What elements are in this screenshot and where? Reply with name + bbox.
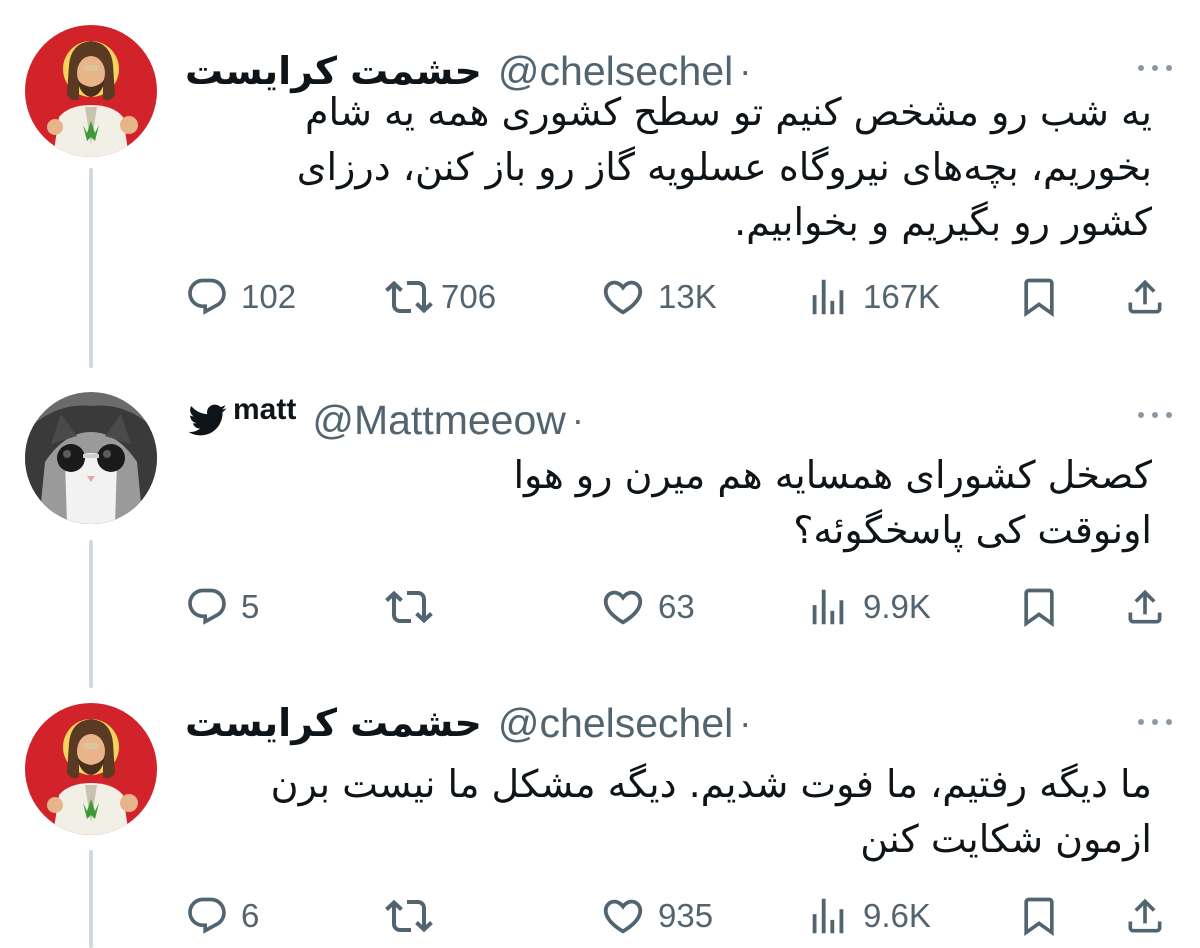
repost-icon: [385, 892, 433, 940]
tweet[interactable]: حشمت کرایست @chelsechel · یه شب رو مشخص …: [0, 25, 1200, 325]
views-icon: [805, 274, 851, 320]
bookmark-icon: [1017, 894, 1061, 938]
avatar[interactable]: [25, 392, 157, 524]
view-count: 9.9K: [863, 588, 931, 625]
more-options-icon[interactable]: [1138, 412, 1172, 418]
reply-button[interactable]: 5: [185, 582, 259, 632]
like-button[interactable]: 63: [600, 582, 695, 632]
separator-dot: ·: [739, 702, 752, 743]
bookmark-button[interactable]: [1017, 272, 1061, 322]
views-button[interactable]: 167K: [805, 272, 940, 322]
tweet-text-line: بخوریم، بچه‌های نیروگاه عسلویه گاز رو با…: [296, 145, 1152, 189]
avatar[interactable]: [25, 25, 157, 157]
display-name[interactable]: حشمت کرایست: [185, 701, 482, 745]
tweet-header: حشمت کرایست @chelsechel ·: [185, 695, 751, 751]
tweet-text-line: اونوقت کی پاسخگوئه؟: [793, 508, 1152, 552]
reply-count: 5: [241, 588, 260, 625]
heart-icon: [600, 274, 646, 320]
separator-dot: ·: [571, 399, 584, 440]
views-button[interactable]: 9.9K: [805, 582, 931, 632]
share-icon: [1123, 275, 1167, 319]
heart-icon: [600, 893, 646, 939]
bookmark-button[interactable]: [1017, 891, 1061, 941]
twitter-bird-icon: [185, 400, 229, 440]
tweet-text: کصخل کشورای همسایه هم میرن رو هوا اونوقت…: [514, 448, 1153, 558]
views-button[interactable]: 9.6K: [805, 891, 931, 941]
bookmark-icon: [1017, 275, 1061, 319]
handle[interactable]: @Mattmeeow: [312, 397, 566, 444]
like-count: 935: [658, 897, 714, 934]
more-options-icon[interactable]: [1138, 719, 1172, 725]
share-button[interactable]: [1123, 891, 1167, 941]
tweet-text-line: کصخل کشورای همسایه هم میرن رو هوا: [513, 453, 1153, 497]
views-icon: [805, 893, 851, 939]
repost-count: 706: [441, 278, 497, 315]
handle[interactable]: @chelsechel: [498, 700, 733, 747]
cat-avatar-image: [25, 392, 157, 524]
tweet[interactable]: حشمت کرایست @chelsechel · ما دیگه رفتیم،…: [0, 700, 1200, 948]
heart-icon: [600, 584, 646, 630]
repost-button[interactable]: [385, 891, 433, 941]
tweet-text-line: ازمون شکایت کنن: [860, 817, 1152, 861]
jesus-avatar-image: [25, 25, 157, 157]
tweet-text-line: ما دیگه رفتیم، ما فوت شدیم. دیگه مشکل ما…: [270, 762, 1152, 806]
tweet-text-line: کشور رو بگیریم و بخوابیم.: [734, 200, 1152, 244]
action-bar: 5 63 9.9K: [185, 582, 1170, 632]
repost-button[interactable]: [385, 582, 433, 632]
tweet-header: matt @Mattmeeow ·: [185, 392, 584, 448]
jesus-avatar-image: [25, 703, 157, 835]
tweet-text-line: یه شب رو مشخص کنیم تو سطح کشوری همه یه ش…: [305, 90, 1152, 134]
more-options-icon[interactable]: [1138, 65, 1172, 71]
share-icon: [1123, 585, 1167, 629]
action-bar: 6 935 9.6K: [185, 891, 1170, 941]
reply-button[interactable]: 102: [185, 272, 296, 322]
reply-count: 6: [241, 897, 260, 934]
like-button[interactable]: 935: [600, 891, 713, 941]
view-count: 9.6K: [863, 897, 931, 934]
bookmark-icon: [1017, 585, 1061, 629]
views-icon: [805, 584, 851, 630]
like-count: 63: [658, 588, 695, 625]
tweet-text: ما دیگه رفتیم، ما فوت شدیم. دیگه مشکل ما…: [271, 757, 1152, 867]
reply-icon: [185, 585, 229, 629]
share-button[interactable]: [1123, 582, 1167, 632]
like-button[interactable]: 13K: [600, 272, 717, 322]
avatar[interactable]: [25, 703, 157, 835]
display-name[interactable]: matt: [233, 393, 296, 427]
like-count: 13K: [658, 278, 717, 315]
tweet[interactable]: matt @Mattmeeow · کصخل کشورای همسایه هم …: [0, 392, 1200, 652]
view-count: 167K: [863, 278, 941, 315]
tweet-text: یه شب رو مشخص کنیم تو سطح کشوری همه یه ش…: [297, 85, 1152, 250]
reply-count: 102: [241, 278, 297, 315]
repost-icon: [385, 273, 433, 321]
share-icon: [1123, 894, 1167, 938]
bookmark-button[interactable]: [1017, 582, 1061, 632]
action-bar: 102 706 13K 167K: [185, 272, 1170, 322]
reply-icon: [185, 275, 229, 319]
reply-icon: [185, 894, 229, 938]
reply-button[interactable]: 6: [185, 891, 259, 941]
share-button[interactable]: [1123, 272, 1167, 322]
repost-button[interactable]: 706: [385, 272, 496, 322]
repost-icon: [385, 583, 433, 631]
